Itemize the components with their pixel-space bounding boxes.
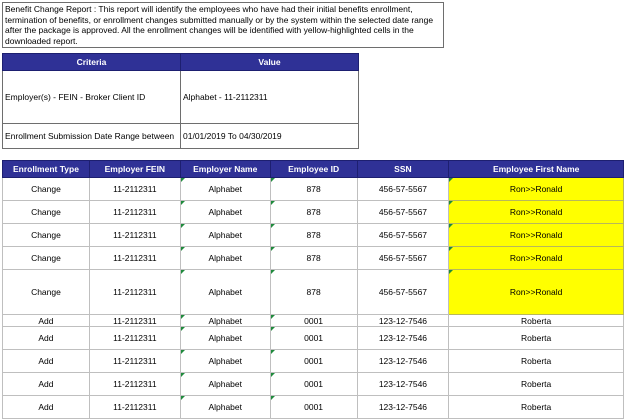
employer-fein-cell[interactable]: 11-2112311 [88,314,181,327]
ssn-cell[interactable]: 123-12-7546 [356,349,450,373]
employer-name-cell[interactable]: Alphabet [179,395,271,419]
employer-name-cell[interactable]: Alphabet [179,200,271,224]
employee-id-cell[interactable]: 0001 [269,372,358,396]
ssn-cell[interactable]: 456-57-5567 [356,269,450,315]
criteria-row: Employer(s) - FEIN - Broker Client ID Al… [2,70,359,124]
employee-first-name-cell[interactable]: Roberta [448,314,624,327]
report-description: Benefit Change Report : This report will… [2,2,444,48]
enrollment-type-cell[interactable]: Add [2,372,90,396]
column-header-employee-first-name[interactable]: Employee First Name [448,160,624,178]
column-header-enrollment-type[interactable]: Enrollment Type [2,160,90,178]
employer-name-cell[interactable]: Alphabet [179,349,271,373]
table-row: Change 11-2112311 Alphabet 878 456-57-5567 Ro… [2,177,624,201]
enrollment-type-cell[interactable]: Add [2,314,90,327]
employee-first-name-cell[interactable]: Roberta [448,395,624,419]
employer-name-cell[interactable]: Alphabet [179,326,271,350]
employer-fein-cell[interactable]: 11-2112311 [88,395,181,419]
employee-id-cell[interactable]: 878 [269,223,358,247]
employer-name-cell[interactable]: Alphabet [179,177,271,201]
employee-id-cell[interactable]: 0001 [269,395,358,419]
criteria-column-header[interactable]: Criteria [2,53,181,71]
enrollment-type-cell[interactable]: Change [2,246,90,270]
employer-name-cell[interactable]: Alphabet [179,372,271,396]
ssn-cell[interactable]: 123-12-7546 [356,326,450,350]
employee-id-cell[interactable]: 0001 [269,314,358,327]
enrollment-type-cell[interactable]: Add [2,395,90,419]
employee-id-cell[interactable]: 878 [269,177,358,201]
employee-first-name-cell[interactable]: Ron>>Ronald [448,177,624,201]
column-header-employer-name[interactable]: Employer Name [179,160,271,178]
employer-fein-cell[interactable]: 11-2112311 [88,349,181,373]
ssn-cell[interactable]: 456-57-5567 [356,223,450,247]
enrollment-type-cell[interactable]: Add [2,349,90,373]
table-row: Change 11-2112311 Alphabet 878 456-57-5567 Ro… [2,246,624,270]
table-body: Change 11-2112311 Alphabet 878 456-57-5567 Ro… [2,177,624,419]
table-row: Change 11-2112311 Alphabet 878 456-57-5567 Ro… [2,223,624,247]
enrollment-type-cell[interactable]: Add [2,326,90,350]
employer-name-cell[interactable]: Alphabet [179,269,271,315]
ssn-cell[interactable]: 456-57-5567 [356,200,450,224]
criteria-table: Criteria Value Employer(s) - FEIN - Brok… [2,53,359,149]
column-header-ssn[interactable]: SSN [356,160,450,178]
table-header-row: Enrollment Type Employer FEIN Employer N… [2,160,624,178]
ssn-cell[interactable]: 123-12-7546 [356,314,450,327]
employer-fein-cell[interactable]: 11-2112311 [88,269,181,315]
enrollment-type-cell[interactable]: Change [2,223,90,247]
employee-first-name-cell[interactable]: Ron>>Ronald [448,269,624,315]
employee-first-name-cell[interactable]: Roberta [448,326,624,350]
employee-first-name-cell[interactable]: Ron>>Ronald [448,223,624,247]
criteria-value-cell[interactable]: Alphabet - 11-2112311 [180,70,359,124]
employer-name-cell[interactable]: Alphabet [179,223,271,247]
employee-id-cell[interactable]: 0001 [269,349,358,373]
criteria-label-cell[interactable]: Employer(s) - FEIN - Broker Client ID [2,70,181,124]
column-header-employer-fein[interactable]: Employer FEIN [88,160,181,178]
table-row: Change 11-2112311 Alphabet 878 456-57-5567 Ro… [2,269,624,315]
criteria-header-row: Criteria Value [2,53,359,71]
employee-id-cell[interactable]: 878 [269,246,358,270]
column-header-employee-id[interactable]: Employee ID [269,160,358,178]
criteria-label-cell[interactable]: Enrollment Submission Date Range between [2,123,181,149]
employee-first-name-cell[interactable]: Roberta [448,372,624,396]
ssn-cell[interactable]: 123-12-7546 [356,395,450,419]
employee-id-cell[interactable]: 0001 [269,326,358,350]
enrollment-type-cell[interactable]: Change [2,177,90,201]
enrollment-type-cell[interactable]: Change [2,200,90,224]
value-column-header[interactable]: Value [180,53,359,71]
ssn-cell[interactable]: 456-57-5567 [356,246,450,270]
employee-first-name-cell[interactable]: Roberta [448,349,624,373]
employer-fein-cell[interactable]: 11-2112311 [88,223,181,247]
table-row: Add 11-2112311 Alphabet 0001 123-12-7546 Robe… [2,326,624,350]
employee-id-cell[interactable]: 878 [269,200,358,224]
ssn-cell[interactable]: 456-57-5567 [356,177,450,201]
employer-name-cell[interactable]: Alphabet [179,246,271,270]
employee-first-name-cell[interactable]: Ron>>Ronald [448,200,624,224]
employer-fein-cell[interactable]: 11-2112311 [88,326,181,350]
employer-fein-cell[interactable]: 11-2112311 [88,372,181,396]
criteria-row: Enrollment Submission Date Range between… [2,123,359,149]
enrollment-changes-table: Enrollment Type Employer FEIN Employer N… [2,160,624,419]
ssn-cell[interactable]: 123-12-7546 [356,372,450,396]
employer-fein-cell[interactable]: 11-2112311 [88,200,181,224]
employee-first-name-cell[interactable]: Ron>>Ronald [448,246,624,270]
employer-name-cell[interactable]: Alphabet [179,314,271,327]
table-row: Add 11-2112311 Alphabet 0001 123-12-7546 Robe… [2,395,624,419]
employee-id-cell[interactable]: 878 [269,269,358,315]
criteria-value-cell[interactable]: 01/01/2019 To 04/30/2019 [180,123,359,149]
table-row: Add 11-2112311 Alphabet 0001 123-12-7546 Robe… [2,349,624,373]
employer-fein-cell[interactable]: 11-2112311 [88,177,181,201]
table-row: Add 11-2112311 Alphabet 0001 123-12-7546 Robe… [2,314,624,327]
employer-fein-cell[interactable]: 11-2112311 [88,246,181,270]
enrollment-type-cell[interactable]: Change [2,269,90,315]
table-row: Add 11-2112311 Alphabet 0001 123-12-7546 Robe… [2,372,624,396]
table-row: Change 11-2112311 Alphabet 878 456-57-5567 Ro… [2,200,624,224]
